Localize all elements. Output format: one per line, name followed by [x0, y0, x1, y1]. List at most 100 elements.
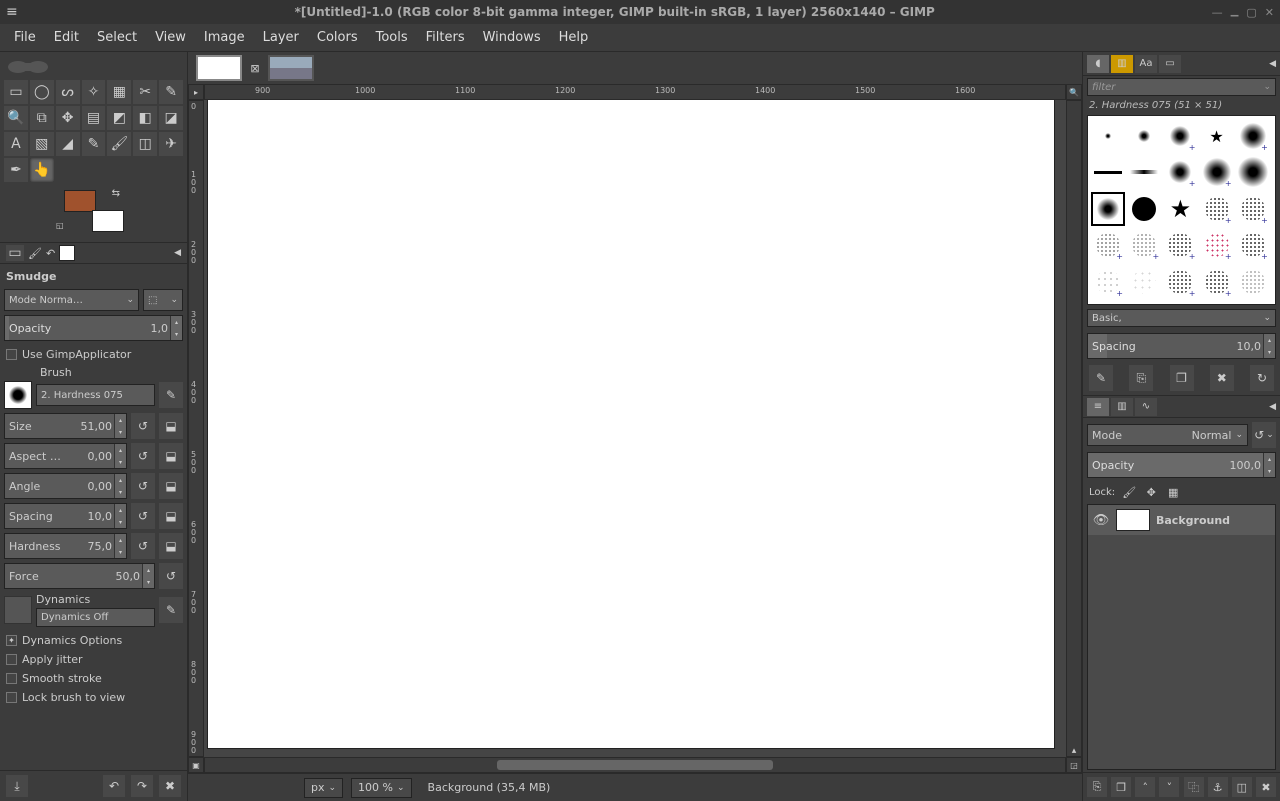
tool-align[interactable]: ▤: [82, 106, 106, 130]
menu-windows[interactable]: Windows: [475, 26, 549, 49]
menu-filters[interactable]: Filters: [418, 26, 473, 49]
brush-duplicate-icon[interactable]: ❐: [1170, 365, 1194, 391]
tab-channels[interactable]: ▥: [1111, 398, 1133, 416]
layer-opacity-slider[interactable]: Opacity 100,0 ▴▾: [1087, 452, 1276, 478]
dynamics-options-expand[interactable]: ✦Dynamics Options: [4, 631, 183, 650]
dynamics-select[interactable]: Dynamics Off: [36, 608, 155, 627]
layer-thumbnail[interactable]: [1116, 509, 1150, 531]
menu-tools[interactable]: Tools: [368, 26, 416, 49]
ruler-vertical[interactable]: 0 100 200 300 400 500 600 700 800 900: [188, 100, 204, 757]
tool-airbrush[interactable]: ✈: [159, 132, 183, 156]
redo-preset-icon[interactable]: ↷: [131, 775, 153, 797]
aspect-reset-icon[interactable]: ↺: [131, 443, 155, 469]
brush-item[interactable]: +: [1092, 229, 1124, 261]
zoom-select[interactable]: 100 %⌄: [351, 778, 412, 798]
panel-menu-icon[interactable]: ◀: [1269, 402, 1276, 412]
horizontal-scrollbar[interactable]: [204, 757, 1066, 773]
layer-visibility-icon[interactable]: 👁: [1092, 513, 1110, 528]
brush-item[interactable]: [1128, 120, 1160, 152]
tool-measure[interactable]: ⧉: [30, 106, 54, 130]
brush-item[interactable]: [1237, 266, 1269, 298]
dynamics-preview[interactable]: [4, 596, 32, 624]
tool-foreground[interactable]: ✎: [159, 80, 183, 104]
maximize-icon[interactable]: ▢: [1246, 6, 1256, 19]
tool-crop[interactable]: ◩: [107, 106, 131, 130]
brush-item[interactable]: +: [1164, 156, 1196, 188]
toolbox-menu-icon[interactable]: ◀: [174, 248, 181, 258]
brush-filter-input[interactable]: filter ⌄: [1087, 78, 1276, 96]
menu-view[interactable]: View: [147, 26, 194, 49]
brush-item[interactable]: +: [1237, 193, 1269, 225]
brush-item[interactable]: [1092, 120, 1124, 152]
tool-eraser[interactable]: ◫: [133, 132, 157, 156]
app-menu-icon[interactable]: ≡: [6, 4, 18, 20]
brush-item[interactable]: +: [1201, 229, 1233, 261]
menu-help[interactable]: Help: [551, 26, 597, 49]
layer-up-icon[interactable]: ˄: [1135, 777, 1155, 797]
unit-select[interactable]: px⌄: [304, 778, 343, 798]
hardness-spinner[interactable]: ▴▾: [114, 534, 126, 558]
canvas-viewport[interactable]: [204, 100, 1066, 757]
force-reset-icon[interactable]: ↺: [159, 563, 183, 589]
brush-item[interactable]: +: [1201, 193, 1233, 225]
force-input[interactable]: Force 50,0 ▴▾: [4, 563, 155, 589]
brush-refresh-icon[interactable]: ↻: [1250, 365, 1274, 391]
layer-row[interactable]: 👁 Background: [1088, 505, 1275, 535]
size-input[interactable]: Size 51,00 ▴▾: [4, 413, 127, 439]
zoom-toggle-icon[interactable]: 🔍: [1066, 84, 1082, 100]
reset-colors-icon[interactable]: ◱: [56, 221, 64, 230]
layer-mode-select[interactable]: Mode Normal ⌄: [1087, 424, 1248, 446]
brush-item[interactable]: +: [1237, 229, 1269, 261]
menu-file[interactable]: File: [6, 26, 44, 49]
undo-preset-icon[interactable]: ↶: [103, 775, 125, 797]
apply-jitter-checkbox[interactable]: Apply jitter: [4, 650, 183, 669]
quickmask-icon[interactable]: ▣: [188, 757, 204, 773]
lock-alpha-icon[interactable]: ▦: [1165, 484, 1181, 500]
mode-group-select[interactable]: ⬚⌄: [143, 289, 183, 311]
aspect-link-icon[interactable]: ⬓: [159, 443, 183, 469]
hardness-input[interactable]: Hardness 75,0 ▴▾: [4, 533, 127, 559]
tab-fonts[interactable]: Aa: [1135, 55, 1157, 73]
layer-name[interactable]: Background: [1156, 514, 1230, 527]
aspect-input[interactable]: Aspect … 0,00 ▴▾: [4, 443, 127, 469]
layer-delete-icon[interactable]: ✖: [1256, 777, 1276, 797]
smooth-stroke-checkbox[interactable]: Smooth stroke: [4, 669, 183, 688]
hardness-link-icon[interactable]: ⬓: [159, 533, 183, 559]
tab-brushes[interactable]: ◖: [1087, 55, 1109, 73]
dynamics-edit-icon[interactable]: ✎: [159, 597, 183, 623]
save-preset-icon[interactable]: ⤓: [6, 775, 28, 797]
hardness-reset-icon[interactable]: ↺: [131, 533, 155, 559]
layer-new-icon[interactable]: ⎘: [1087, 777, 1107, 797]
scroll-up-icon[interactable]: ▴: [1072, 746, 1077, 756]
window-down-icon[interactable]: ▁: [1231, 6, 1239, 19]
brush-item[interactable]: +: [1201, 266, 1233, 298]
size-link-icon[interactable]: ⬓: [159, 413, 183, 439]
opacity-slider[interactable]: Opacity 1,0 ▴▾: [4, 315, 183, 341]
tab-history[interactable]: ▭: [1159, 55, 1181, 73]
tool-paintbrush[interactable]: 🖌: [107, 132, 131, 156]
tool-smudge[interactable]: 👆: [30, 158, 54, 182]
indicator-swatch[interactable]: [59, 245, 75, 261]
tool-text[interactable]: A: [4, 132, 28, 156]
brush-edit-icon[interactable]: ✎: [159, 382, 183, 408]
foreground-color[interactable]: [64, 190, 96, 212]
brush-delete-icon[interactable]: ✖: [1210, 365, 1234, 391]
brush-item[interactable]: +: [1164, 229, 1196, 261]
layer-mask-icon[interactable]: ◫: [1232, 777, 1252, 797]
brush-item[interactable]: ★: [1201, 120, 1233, 152]
menu-image[interactable]: Image: [196, 26, 253, 49]
ruler-horizontal[interactable]: 900 1000 1100 1200 1300 1400 1500 1600: [204, 84, 1066, 100]
force-spinner[interactable]: ▴▾: [142, 564, 154, 588]
spacing-input[interactable]: Spacing 10,0 ▴▾: [4, 503, 127, 529]
tool-scissors[interactable]: ✂: [133, 80, 157, 104]
brush-item[interactable]: [1092, 156, 1124, 188]
aspect-spinner[interactable]: ▴▾: [114, 444, 126, 468]
tool-handle[interactable]: ◪: [159, 106, 183, 130]
spacing-link-icon[interactable]: ⬓: [159, 503, 183, 529]
canvas[interactable]: [208, 100, 1054, 748]
brush-preview[interactable]: [4, 381, 32, 409]
tool-zoom[interactable]: 🔍: [4, 106, 28, 130]
brush-item[interactable]: [1128, 156, 1160, 188]
blend-mode-select[interactable]: Mode Norma… ⌄: [4, 289, 139, 311]
menu-colors[interactable]: Colors: [309, 26, 366, 49]
